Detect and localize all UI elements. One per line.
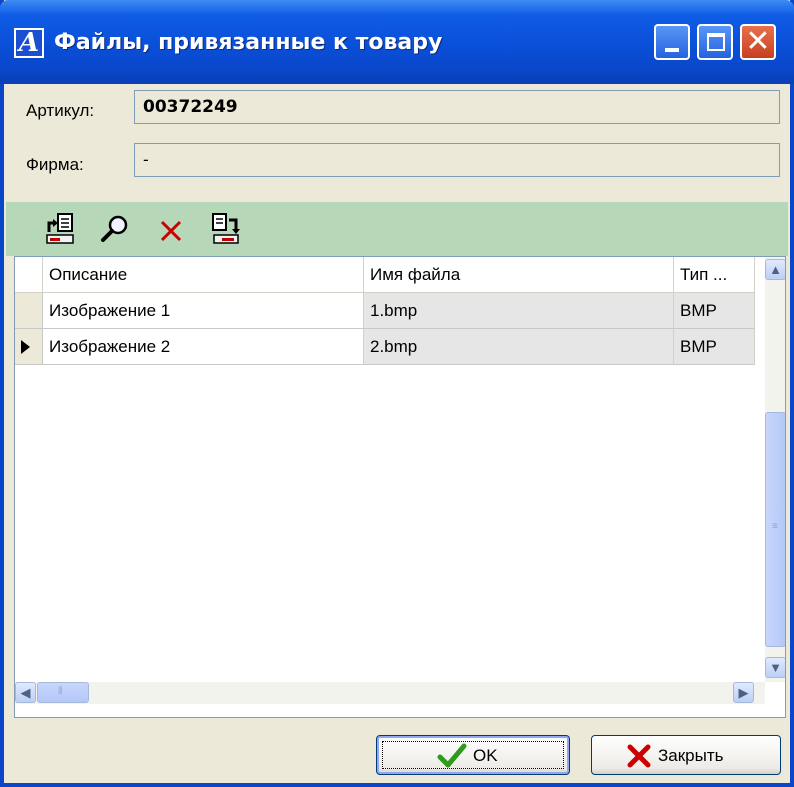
description-cell[interactable]: Изображение 1 — [43, 293, 364, 329]
add-file-icon[interactable] — [44, 212, 78, 246]
chevron-up-icon: ▲ — [769, 262, 782, 277]
description-cell[interactable]: Изображение 2 — [43, 329, 364, 365]
replace-file-icon[interactable] — [208, 212, 242, 246]
vertical-scrollbar[interactable]: ▲ ≡ ▼ — [765, 257, 785, 682]
dialog-window: A Файлы, привязанные к товару ✕ Артикул:… — [0, 0, 794, 787]
ok-button-label: OK — [473, 746, 498, 765]
close-button-label: Закрыть — [658, 746, 724, 765]
ok-button[interactable]: OK — [376, 735, 570, 775]
type-cell[interactable]: BMP — [674, 329, 755, 365]
scroll-right-button[interactable]: ▶ — [733, 682, 754, 703]
firm-field: - — [134, 143, 780, 177]
scroll-up-button[interactable]: ▲ — [765, 259, 785, 280]
column-header-type[interactable]: Тип ... — [674, 257, 755, 293]
filename-cell[interactable]: 2.bmp — [364, 329, 674, 365]
chevron-left-icon: ◀ — [20, 685, 31, 700]
horizontal-scroll-thumb[interactable]: ⦀ — [37, 682, 89, 703]
close-icon: ✕ — [745, 25, 771, 58]
row-indicator-header — [15, 257, 43, 293]
app-icon: A — [14, 28, 44, 58]
title-bar[interactable]: A Файлы, привязанные к товару ✕ — [0, 0, 794, 84]
table-row[interactable]: Изображение 1 1.bmp BMP — [15, 293, 755, 329]
cancel-x-icon — [627, 744, 651, 768]
checkmark-icon — [437, 743, 467, 768]
table-row[interactable]: Изображение 2 2.bmp BMP — [15, 329, 755, 365]
window-title: Файлы, привязанные к товару — [54, 30, 443, 55]
column-header-description[interactable]: Описание — [43, 257, 364, 293]
scroll-left-button[interactable]: ◀ — [15, 682, 36, 703]
maximize-button[interactable] — [697, 24, 733, 60]
grip-icon: ⦀ — [58, 686, 63, 697]
close-button[interactable]: Закрыть — [591, 735, 781, 775]
row-indicator — [15, 329, 43, 365]
scroll-down-button[interactable]: ▼ — [765, 657, 785, 678]
article-field: 00372249 — [134, 90, 780, 124]
firm-label: Фирма: — [26, 155, 84, 174]
close-window-button[interactable]: ✕ — [740, 24, 776, 60]
current-row-arrow-icon — [21, 340, 30, 354]
grip-icon: ≡ — [772, 521, 778, 532]
maximize-icon — [707, 33, 725, 51]
vertical-scroll-thumb[interactable]: ≡ — [765, 412, 785, 647]
files-grid: Описание Имя файла Тип ... Изображение 1… — [14, 256, 786, 718]
minimize-button[interactable] — [654, 24, 690, 60]
horizontal-scrollbar[interactable]: ◀ ⦀ ▶ — [15, 682, 765, 704]
delete-icon[interactable] — [154, 212, 188, 246]
chevron-down-icon: ▼ — [769, 660, 782, 675]
column-header-filename[interactable]: Имя файла — [364, 257, 674, 293]
type-cell[interactable]: BMP — [674, 293, 755, 329]
filename-cell[interactable]: 1.bmp — [364, 293, 674, 329]
row-indicator — [15, 293, 43, 329]
chevron-right-icon: ▶ — [738, 685, 749, 700]
article-label: Артикул: — [26, 101, 95, 120]
toolbar — [6, 202, 788, 256]
search-icon[interactable] — [98, 212, 132, 246]
minimize-icon — [665, 48, 679, 52]
